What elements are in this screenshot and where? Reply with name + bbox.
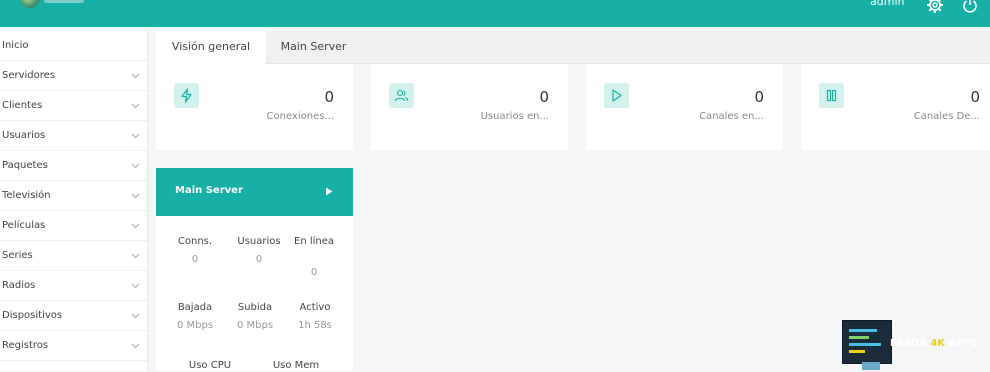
watermark-text: ESSDA 4K APPS: [890, 338, 979, 349]
sidebar-item-label: Dispositivos: [2, 310, 63, 321]
stat-card-canales-de: 0 Canales De...: [801, 64, 990, 150]
top-bar: admin: [0, 0, 990, 27]
chevron-down-icon: [131, 313, 140, 319]
sidebar-item-registros[interactable]: Registros: [0, 331, 147, 361]
chevron-down-icon: [131, 193, 140, 199]
sidebar-item-radios[interactable]: Radios: [0, 271, 147, 301]
stat-label: Usuarios en...: [480, 111, 549, 122]
sidebar-item-label: Registros: [2, 340, 49, 351]
chevron-down-icon: [131, 223, 140, 229]
user-name[interactable]: admin: [870, 0, 904, 8]
chevron-down-icon: [131, 253, 140, 259]
stat-en-linea-label: En línea: [294, 236, 335, 247]
stat-conns-value: 0: [191, 254, 199, 265]
sidebar-item-peliculas[interactable]: Películas: [0, 211, 147, 241]
server-header[interactable]: Main Server: [156, 168, 353, 216]
users-icon: [389, 83, 414, 108]
stat-card-usuarios: 0 Usuarios en...: [371, 64, 568, 150]
chevron-down-icon: [131, 103, 140, 109]
sidebar-item-usuarios[interactable]: Usuarios: [0, 121, 147, 151]
sidebar-item-label: Clientes: [2, 100, 43, 111]
stat-subida-value: 0 Mbps: [236, 320, 274, 331]
stat-value: 0: [754, 88, 764, 106]
sidebar-item-clientes[interactable]: Clientes: [0, 91, 147, 121]
stat-usuarios-label: Usuarios: [237, 236, 281, 247]
tab-main-server[interactable]: Main Server: [266, 31, 361, 64]
stat-conns-label: Conns.: [177, 236, 213, 247]
stat-bajada-value: 0 Mbps: [176, 320, 214, 331]
watermark-logo: ESSDA 4K APPS: [842, 320, 990, 370]
app-logo[interactable]: [14, 0, 88, 12]
stat-label: Canales en...: [699, 111, 764, 122]
sidebar-item-label: Series: [2, 250, 33, 261]
sidebar-item-television[interactable]: Televisión: [0, 181, 147, 211]
sidebar-item-servidores[interactable]: Servidores: [0, 61, 147, 91]
sidebar-item-label: Películas: [2, 220, 46, 231]
stat-card-canales-en: 0 Canales en...: [586, 64, 783, 150]
sidebar-item-label: Televisión: [2, 190, 51, 201]
gear-icon[interactable]: [926, 0, 944, 14]
stat-label: Conexiones...: [266, 111, 334, 122]
tab-bar: Visión general Main Server: [156, 31, 990, 64]
bolt-icon: [174, 83, 199, 108]
stat-value: 0: [324, 88, 334, 106]
stat-usuarios-value: 0: [255, 254, 263, 265]
chevron-down-icon: [131, 163, 140, 169]
chevron-down-icon: [131, 343, 140, 349]
sidebar: Inicio Servidores Clientes Usuarios Paqu…: [0, 31, 148, 370]
sidebar-item-paquetes[interactable]: Paquetes: [0, 151, 147, 181]
stat-en-linea-value: 0: [310, 267, 318, 278]
stat-card-conexiones: 0 Conexiones...: [156, 64, 353, 150]
stat-activo-value: 1h 58s: [298, 320, 332, 331]
sidebar-item-label: Inicio: [2, 40, 29, 51]
sidebar-item-label: Usuarios: [2, 130, 46, 141]
server-card: Main Server Conns. 0 Usuarios 0 En línea…: [156, 168, 353, 371]
sidebar-item-label: Servidores: [2, 70, 56, 81]
pause-icon: [819, 83, 844, 108]
chevron-down-icon: [131, 133, 140, 139]
monitor-icon: [842, 320, 892, 364]
sidebar-item-label: Radios: [2, 280, 36, 291]
chevron-down-icon: [131, 283, 140, 289]
power-icon[interactable]: [961, 0, 979, 14]
play-icon[interactable]: [325, 187, 333, 196]
stat-bajada-label: Bajada: [177, 302, 213, 313]
play-icon: [604, 83, 629, 108]
sidebar-item-inicio[interactable]: Inicio: [0, 31, 147, 61]
stat-subida-label: Subida: [237, 302, 273, 313]
sidebar-item-label: Paquetes: [2, 160, 48, 171]
server-name: Main Server: [175, 185, 243, 196]
tab-vision-general[interactable]: Visión general: [156, 31, 266, 64]
stat-value: 0: [539, 88, 549, 106]
chevron-down-icon: [131, 73, 140, 79]
mem-usage-label: Uso Mem: [272, 360, 320, 371]
sidebar-item-series[interactable]: Series: [0, 241, 147, 271]
cpu-usage-label: Uso CPU: [188, 360, 232, 371]
stat-activo-label: Activo: [299, 302, 331, 313]
stat-value: 0: [970, 88, 980, 106]
stat-label: Canales De...: [913, 111, 980, 122]
sidebar-item-dispositivos[interactable]: Dispositivos: [0, 301, 147, 331]
